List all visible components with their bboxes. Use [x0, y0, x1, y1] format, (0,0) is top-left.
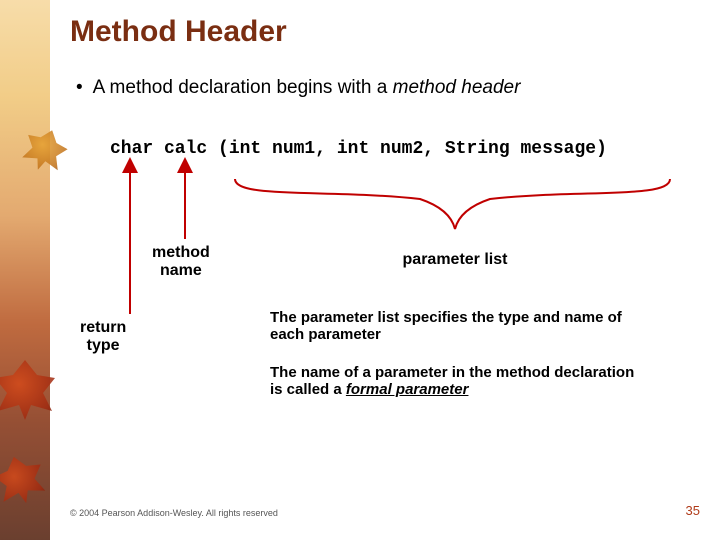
slide: Method Header • A method declaration beg…	[0, 0, 720, 540]
label-line: method	[152, 244, 210, 261]
annotation-arrows	[70, 139, 700, 459]
page-number: 35	[686, 503, 700, 518]
label-line: type	[87, 337, 120, 354]
explanation-emphasis: formal parameter	[346, 381, 469, 398]
explanation-2: The name of a parameter in the method de…	[270, 364, 650, 398]
decorative-left-strip	[0, 0, 50, 540]
label-line: return	[80, 319, 126, 336]
code-line: char calc (int num1, int num2, String me…	[110, 139, 607, 159]
bullet-item: • A method declaration begins with a met…	[70, 77, 700, 99]
bullet-text: A method declaration begins with a metho…	[93, 77, 521, 99]
slide-title: Method Header	[70, 15, 700, 49]
label-line: name	[160, 262, 202, 279]
copyright-footer: © 2004 Pearson Addison-Wesley. All right…	[70, 508, 278, 518]
diagram: char calc (int num1, int num2, String me…	[70, 139, 700, 459]
bullet-prefix: A method declaration begins with a	[93, 77, 393, 98]
bullet-dot: •	[76, 77, 83, 99]
content-area: Method Header • A method declaration beg…	[70, 15, 700, 525]
bullet-emphasis: method header	[393, 77, 521, 98]
label-method-name: method name	[152, 244, 210, 280]
explanation-1: The parameter list specifies the type an…	[270, 309, 650, 343]
label-return-type: return type	[80, 319, 126, 355]
label-parameter-list: parameter list	[375, 251, 535, 269]
